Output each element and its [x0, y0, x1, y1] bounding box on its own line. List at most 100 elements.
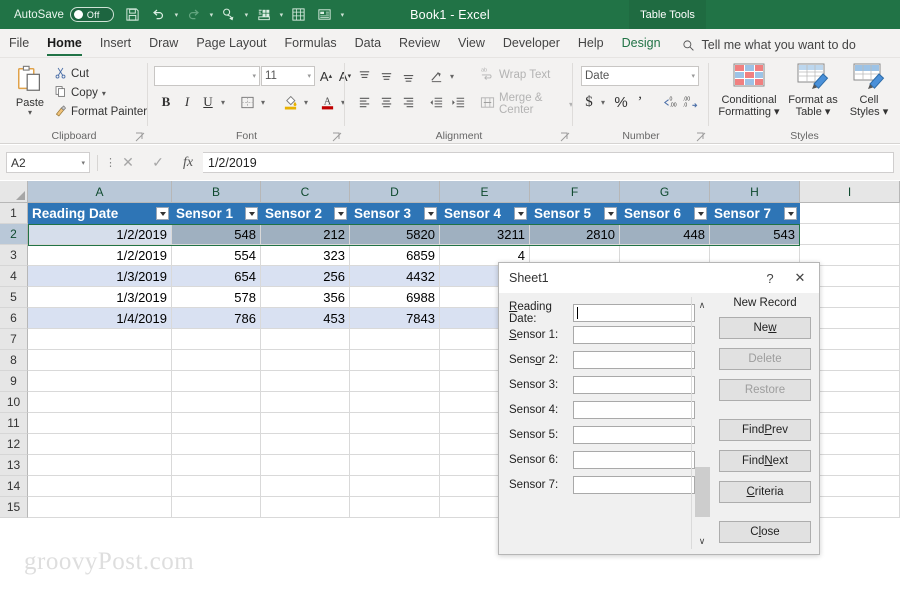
row-header-14[interactable]: 14 — [0, 476, 28, 497]
alignment-dialog-launcher[interactable] — [560, 131, 570, 142]
sort-filter-icon[interactable] — [251, 0, 277, 29]
table-row[interactable]: 1/3/2019 — [28, 287, 172, 308]
empty-cell[interactable] — [172, 392, 261, 413]
name-box[interactable]: A2 ▾ — [6, 152, 90, 173]
row-header-3[interactable]: 3 — [0, 245, 28, 266]
empty-cell[interactable] — [261, 371, 350, 392]
row-header-12[interactable]: 12 — [0, 434, 28, 455]
column-header-i[interactable]: I — [800, 181, 900, 203]
font-color-icon[interactable]: A — [316, 92, 338, 112]
touch-mode-icon[interactable] — [216, 0, 242, 29]
tell-me-box[interactable]: Tell me what you want to do — [670, 36, 864, 57]
row-header-2[interactable]: 2 — [0, 224, 28, 245]
empty-cell[interactable] — [172, 455, 261, 476]
table-row[interactable]: 3211 — [440, 224, 530, 245]
empty-cell[interactable] — [28, 434, 172, 455]
tab-developer[interactable]: Developer — [494, 32, 569, 57]
column-header-e[interactable]: E — [440, 181, 530, 203]
table-row[interactable]: 1/4/2019 — [28, 308, 172, 329]
table-row[interactable]: 654 — [172, 266, 261, 287]
increase-indent-icon[interactable] — [447, 92, 469, 112]
font-size-input[interactable]: 11 ▾ — [261, 66, 315, 86]
tab-home[interactable]: Home — [38, 32, 91, 57]
delete-button[interactable]: Delete — [719, 348, 811, 370]
close-icon[interactable]: ✕ — [785, 265, 815, 291]
underline-dropdown-icon[interactable]: ▾ — [218, 92, 228, 112]
sensor-2-input[interactable] — [573, 351, 695, 369]
tab-help[interactable]: Help — [569, 32, 613, 57]
merge-center-button[interactable]: Merge & Center ▾ — [480, 92, 573, 116]
table-row[interactable]: 1/2/2019 — [28, 224, 172, 245]
insert-function-icon[interactable]: fx — [173, 155, 203, 171]
scrollbar-thumb[interactable] — [695, 467, 710, 517]
record-scrollbar[interactable]: ∧ ∨ — [691, 297, 711, 549]
empty-cell[interactable] — [28, 413, 172, 434]
close-button[interactable]: Cl ose — [719, 521, 811, 543]
empty-cell[interactable] — [350, 371, 440, 392]
table-row[interactable]: 578 — [172, 287, 261, 308]
align-top-icon[interactable] — [353, 66, 375, 86]
empty-cell[interactable] — [172, 476, 261, 497]
cell-styles-button[interactable]: Cell Styles ▾ — [844, 63, 894, 118]
empty-cell[interactable] — [261, 476, 350, 497]
find-next-button[interactable]: Find Next — [719, 450, 811, 472]
currency-button[interactable]: $ — [581, 92, 597, 112]
sensor-7-input[interactable] — [573, 476, 695, 494]
column-header-f[interactable]: F — [530, 181, 620, 203]
bold-button[interactable]: B — [156, 92, 176, 112]
empty-cell[interactable] — [350, 455, 440, 476]
table-header-cell-c1[interactable]: Sensor 2 — [261, 203, 350, 224]
empty-cell[interactable] — [28, 329, 172, 350]
empty-cell[interactable] — [261, 329, 350, 350]
customize-qat-icon[interactable]: ▾ — [338, 0, 347, 29]
tab-draw[interactable]: Draw — [140, 32, 187, 57]
comma-style-button[interactable]: ’ — [632, 92, 648, 112]
form-icon[interactable] — [286, 0, 312, 29]
cut-button[interactable]: Cut — [54, 66, 89, 82]
font-dialog-launcher[interactable] — [332, 131, 342, 142]
row-header-1[interactable]: 1 — [0, 203, 28, 224]
filter-dropdown-icon-c[interactable] — [334, 207, 347, 220]
format-as-table-button[interactable]: Format as Table ▾ — [785, 63, 841, 118]
table-row[interactable]: 323 — [261, 245, 350, 266]
find-prev-button[interactable]: Find Prev — [719, 419, 811, 441]
table-row[interactable]: 548 — [172, 224, 261, 245]
column-header-g[interactable]: G — [620, 181, 710, 203]
row-header-4[interactable]: 4 — [0, 266, 28, 287]
tab-design[interactable]: Design — [613, 32, 670, 57]
autosave-toggle[interactable]: Off — [69, 7, 114, 22]
empty-cell[interactable] — [350, 413, 440, 434]
table-row[interactable]: 1/3/2019 — [28, 266, 172, 287]
filter-dropdown-icon-a[interactable] — [156, 207, 169, 220]
tab-view[interactable]: View — [449, 32, 494, 57]
decrease-indent-icon[interactable] — [425, 92, 447, 112]
tab-page-layout[interactable]: Page Layout — [187, 32, 275, 57]
tab-file[interactable]: File — [0, 32, 38, 57]
table-row[interactable]: 4432 — [350, 266, 440, 287]
confirm-entry-icon[interactable]: ✓ — [143, 154, 173, 171]
fill-color-icon[interactable] — [279, 92, 301, 112]
fill-color-dropdown-icon[interactable]: ▾ — [301, 92, 311, 112]
number-format-select[interactable]: Date ▾ — [581, 66, 699, 86]
table-row[interactable]: 356 — [261, 287, 350, 308]
clipboard-dialog-launcher[interactable] — [135, 131, 145, 142]
sensor-5-input[interactable] — [573, 426, 695, 444]
orientation-icon[interactable] — [425, 66, 447, 86]
align-left-icon[interactable] — [353, 92, 375, 112]
orientation-dropdown-icon[interactable]: ▾ — [447, 66, 457, 86]
align-bottom-icon[interactable] — [397, 66, 419, 86]
italic-button[interactable]: I — [177, 92, 197, 112]
table-header-cell-f1[interactable]: Sensor 5 — [530, 203, 620, 224]
font-name-input[interactable]: ▾ — [154, 66, 260, 86]
help-icon[interactable]: ? — [755, 265, 785, 291]
cancel-entry-icon[interactable]: ✕ — [113, 154, 143, 171]
filter-dropdown-icon-h[interactable] — [784, 207, 797, 220]
filter-dropdown-icon-e[interactable] — [514, 207, 527, 220]
row-header-8[interactable]: 8 — [0, 350, 28, 371]
redo-dropdown-icon[interactable]: ▾ — [207, 0, 216, 29]
empty-cell[interactable] — [350, 497, 440, 518]
currency-dropdown-icon[interactable]: ▾ — [598, 92, 608, 112]
table-row[interactable]: 212 — [261, 224, 350, 245]
conditional-formatting-button[interactable]: Conditional Formatting ▾ — [716, 63, 782, 118]
table-row[interactable]: 6859 — [350, 245, 440, 266]
